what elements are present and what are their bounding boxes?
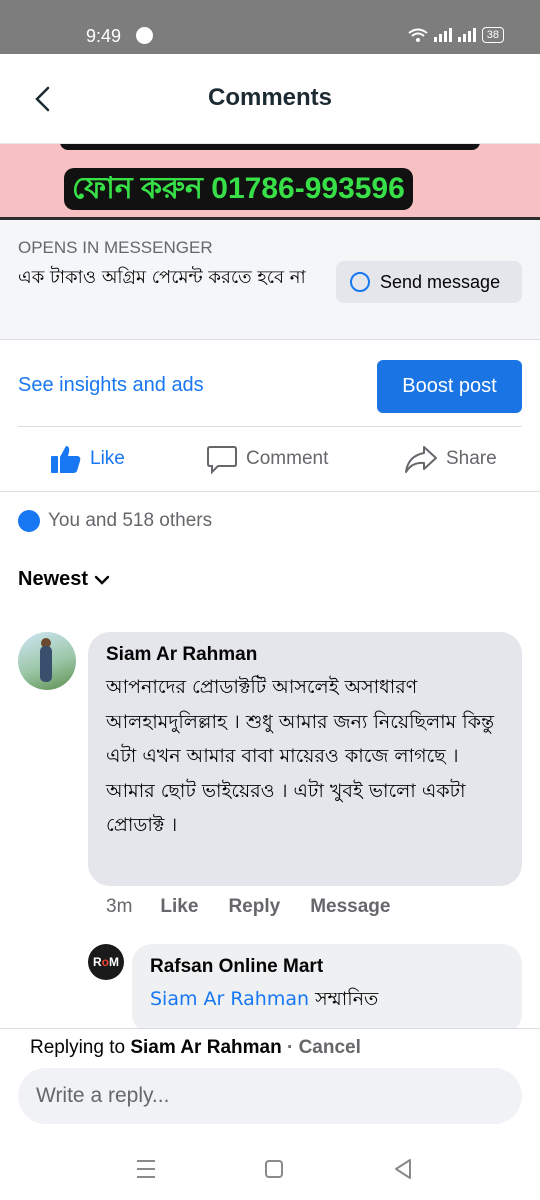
- page-avatar[interactable]: RoM: [88, 944, 124, 980]
- page-title: Comments: [207, 84, 333, 111]
- replying-to-name: Siam Ar Rahman: [130, 1037, 282, 1058]
- ad-headline: এক টাকাও অগ্রিম পেমেন্ট করতে হবে না: [18, 267, 306, 288]
- reactions-text: You and 518 others: [48, 510, 213, 531]
- see-insights-link[interactable]: See insights and ads: [18, 374, 204, 397]
- reply-author[interactable]: Rafsan Online Mart: [150, 956, 504, 978]
- reply-text: Siam Ar Rahman সম্মানিত: [150, 988, 379, 1010]
- status-icons: 38: [408, 27, 504, 43]
- messenger-icon: [350, 272, 370, 292]
- like-reaction-icon: [18, 510, 40, 532]
- status-bar: 9:49 38: [0, 0, 540, 54]
- comment-bubble: Siam Ar Rahman আপনাদের প্রোডাক্টটি আসলেই…: [88, 632, 522, 886]
- cancel-reply-button[interactable]: · Cancel: [287, 1037, 361, 1058]
- comment-message-button[interactable]: Message: [310, 896, 390, 918]
- battery-icon: 38: [481, 27, 504, 43]
- comment-author[interactable]: Siam Ar Rahman: [106, 644, 504, 666]
- reply-input[interactable]: [18, 1068, 522, 1124]
- boost-post-button[interactable]: Boost post: [377, 360, 522, 413]
- avatar[interactable]: [18, 632, 76, 690]
- comment-meta: 3m Like Reply Message: [106, 896, 390, 918]
- app-header: Comments: [0, 54, 540, 144]
- status-time: 9:49: [86, 26, 122, 46]
- wifi-icon: [408, 28, 428, 42]
- comment-reply-button[interactable]: Reply: [228, 896, 280, 918]
- sort-label: Newest: [18, 568, 89, 590]
- reply-bubble: Rafsan Online Mart Siam Ar Rahman সম্মান…: [132, 944, 522, 1034]
- comment-icon: [207, 446, 237, 474]
- menu-icon[interactable]: [131, 1154, 161, 1184]
- home-icon[interactable]: [259, 1154, 289, 1184]
- ad-phone-text: ফোন করুন 01786-993596: [64, 168, 413, 210]
- reactions-summary[interactable]: You and 518 others: [18, 510, 212, 532]
- share-label: Share: [446, 448, 497, 469]
- like-button[interactable]: Like: [50, 444, 125, 474]
- comment-time: 3m: [106, 896, 133, 917]
- back-nav-icon[interactable]: [388, 1154, 418, 1184]
- replying-to-label: Replying to Siam Ar Rahman · Cancel: [30, 1037, 361, 1058]
- like-label: Like: [90, 448, 125, 469]
- post-actions: Like Comment Share: [0, 432, 540, 492]
- ad-image[interactable]: ফোন করুন 01786-993596: [0, 144, 540, 220]
- system-nav-bar: [0, 1140, 540, 1200]
- opens-in-messenger-label: OPENS IN MESSENGER: [18, 238, 213, 257]
- send-message-label: Send message: [380, 271, 501, 292]
- sort-dropdown[interactable]: Newest: [18, 568, 110, 591]
- messenger-notification-icon: [136, 27, 153, 44]
- comment-label: Comment: [246, 448, 329, 469]
- mention-link[interactable]: Siam Ar Rahman: [150, 988, 309, 1010]
- signal-icon: [457, 28, 476, 42]
- send-message-button[interactable]: Send message: [336, 261, 522, 303]
- divider: [18, 426, 522, 427]
- comment-text: আপনাদের প্রোডাক্টটি আসলেই অসাধারণ আলহামদ…: [106, 676, 495, 836]
- chevron-down-icon: [94, 575, 110, 585]
- ad-image-text-cut: [60, 144, 480, 150]
- comment-button[interactable]: Comment: [206, 444, 328, 474]
- signal-icon: [433, 28, 452, 42]
- share-button[interactable]: Share: [404, 444, 497, 474]
- comment-like-button[interactable]: Like: [160, 896, 198, 918]
- share-icon: [405, 446, 437, 473]
- thumbs-up-icon: [51, 446, 81, 473]
